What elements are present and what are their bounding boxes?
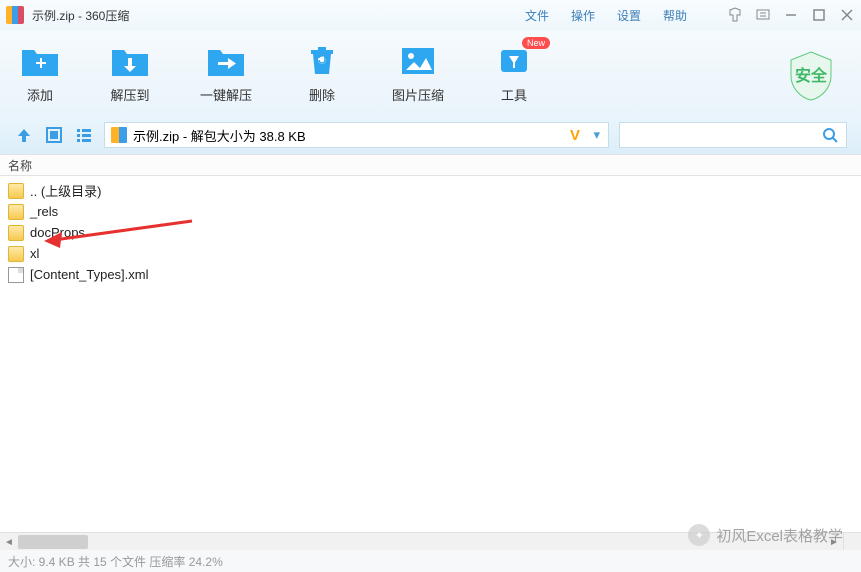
column-header-name[interactable]: 名称 (0, 154, 861, 176)
feedback-icon[interactable] (755, 7, 771, 23)
toolbar: 添加 解压到 一键解压 删除 图片压缩 New 工具 安全 (0, 30, 861, 116)
folder-plus-icon (20, 43, 60, 79)
folder-icon (8, 225, 24, 241)
imgcompress-label: 图片压缩 (392, 85, 444, 104)
file-rows: .. (上级目录) _rels docProps xl [Content_Typ… (0, 176, 861, 285)
menu-bar: 文件 操作 设置 帮助 (525, 7, 687, 24)
path-input[interactable]: 示例.zip - 解包大小为 38.8 KB V ▾ (104, 122, 609, 148)
list-item[interactable]: docProps (0, 222, 861, 243)
menu-settings[interactable]: 设置 (617, 7, 641, 24)
maximize-button[interactable] (811, 7, 827, 23)
scroll-left-icon[interactable]: ◄ (0, 533, 18, 551)
oneclick-label: 一键解压 (200, 85, 252, 104)
search-input[interactable] (619, 122, 847, 148)
folder-icon (8, 183, 24, 199)
scrollbar-thumb[interactable] (18, 535, 88, 549)
path-text: 示例.zip - 解包大小为 38.8 KB (133, 126, 306, 145)
up-button[interactable] (14, 125, 34, 145)
new-badge: New (522, 37, 550, 49)
status-text: 大小: 9.4 KB 共 15 个文件 压缩率 24.2% (8, 553, 223, 570)
close-button[interactable] (839, 7, 855, 23)
trash-icon (302, 43, 342, 79)
list-item[interactable]: [Content_Types].xml (0, 264, 861, 285)
list-item[interactable]: xl (0, 243, 861, 264)
view-columns-icon[interactable] (44, 125, 64, 145)
extract-button[interactable]: 解压到 (110, 43, 150, 104)
folder-arrow-icon (110, 43, 150, 79)
wechat-icon: ✦ (688, 524, 710, 546)
extract-label: 解压到 (110, 85, 149, 104)
tools-label: 工具 (501, 85, 527, 104)
delete-button[interactable]: 删除 (302, 43, 342, 104)
add-label: 添加 (27, 85, 53, 104)
minimize-button[interactable] (783, 7, 799, 23)
scroll-corner (843, 532, 861, 550)
watermark: ✦ 初风Excel表格教学 (688, 524, 843, 546)
menu-help[interactable]: 帮助 (663, 7, 687, 24)
chevron-down-icon[interactable]: ▾ (593, 127, 600, 143)
menu-file[interactable]: 文件 (525, 7, 549, 24)
image-icon (398, 43, 438, 79)
add-button[interactable]: 添加 (20, 43, 60, 104)
app-icon (6, 6, 24, 24)
vip-icon[interactable]: V (570, 127, 580, 144)
menu-operate[interactable]: 操作 (571, 7, 595, 24)
imgcompress-button[interactable]: 图片压缩 (392, 43, 444, 104)
window-controls (727, 7, 855, 23)
titlebar: 示例.zip - 360压缩 文件 操作 设置 帮助 (0, 0, 861, 30)
tools-button[interactable]: New 工具 (494, 43, 534, 104)
theme-icon[interactable] (727, 7, 743, 23)
window-title: 示例.zip - 360压缩 (32, 7, 129, 24)
folder-right-icon (206, 43, 246, 79)
safe-badge: 安全 (783, 48, 839, 104)
zip-icon (111, 127, 127, 143)
delete-label: 删除 (309, 85, 335, 104)
view-list-icon[interactable] (74, 125, 94, 145)
file-list: 名称 .. (上级目录) _rels docProps xl [Content_… (0, 154, 861, 285)
search-icon (822, 127, 838, 143)
folder-icon (8, 204, 24, 220)
status-bar: 大小: 9.4 KB 共 15 个文件 压缩率 24.2% (0, 550, 861, 572)
file-icon (8, 267, 24, 283)
svg-text:安全: 安全 (795, 66, 828, 85)
address-bar: 示例.zip - 解包大小为 38.8 KB V ▾ (0, 116, 861, 154)
folder-icon (8, 246, 24, 262)
oneclick-button[interactable]: 一键解压 (200, 43, 252, 104)
list-item[interactable]: .. (上级目录) (0, 180, 861, 201)
list-item[interactable]: _rels (0, 201, 861, 222)
